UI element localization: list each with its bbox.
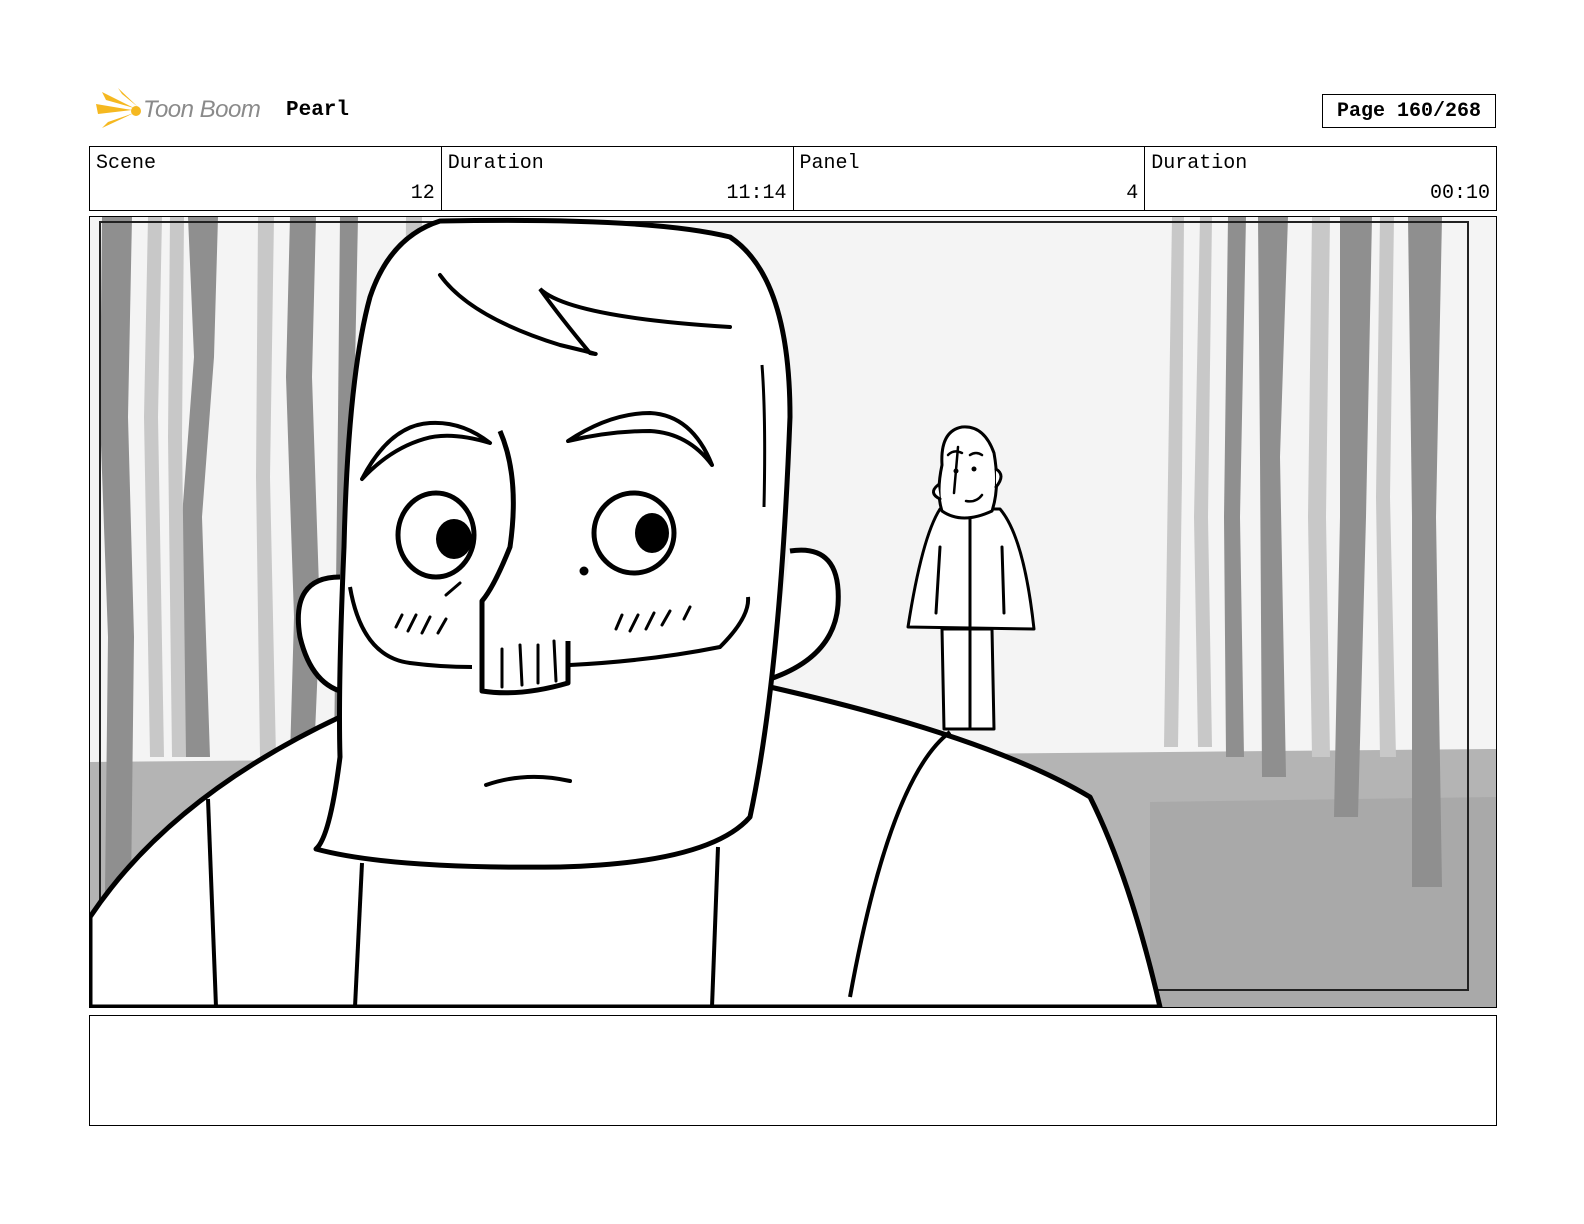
panel-duration-label: Duration: [1151, 152, 1248, 175]
panel-cell: Panel 4: [794, 147, 1146, 210]
project-title: Pearl: [286, 99, 350, 122]
scene-cell: Scene 12: [90, 147, 442, 210]
storyboard-drawing: [90, 217, 1496, 1007]
scene-value: 12: [410, 182, 435, 205]
scene-duration-label: Duration: [447, 152, 544, 175]
scene-duration-value: 11:14: [726, 182, 787, 205]
panel-value: 4: [1126, 182, 1139, 205]
panel-duration-cell: Duration 00:10: [1145, 147, 1496, 210]
notes-area: [89, 1015, 1497, 1126]
storyboard-frame: [89, 216, 1497, 1008]
panel-duration-value: 00:10: [1429, 182, 1490, 205]
scene-label: Scene: [96, 152, 157, 175]
panel-info-bar: Scene 12 Duration 11:14 Panel 4 Duration…: [89, 146, 1497, 211]
logo-text: Toon Boom: [143, 96, 261, 123]
scene-duration-cell: Duration 11:14: [442, 147, 794, 210]
panel-label: Panel: [799, 152, 860, 175]
page-indicator: Page 160/268: [1322, 94, 1496, 128]
